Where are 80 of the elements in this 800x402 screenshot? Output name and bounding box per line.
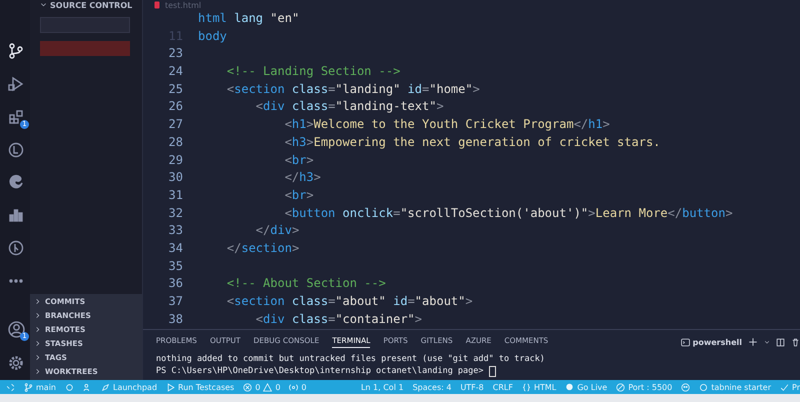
code-line: <br> bbox=[284, 186, 314, 204]
face-icon[interactable] bbox=[681, 382, 690, 392]
play-icon[interactable] bbox=[166, 382, 176, 392]
people-icon[interactable] bbox=[83, 382, 92, 392]
antenna-icon[interactable] bbox=[289, 382, 298, 392]
account-icon[interactable] bbox=[8, 320, 24, 338]
warning-count[interactable]: 0 bbox=[275, 382, 280, 392]
indentation-label[interactable]: Spaces: 4 bbox=[412, 382, 452, 392]
breadcrumb[interactable]: test.html bbox=[165, 0, 202, 10]
line-number: 23 bbox=[168, 45, 184, 62]
settings-icon[interactable] bbox=[8, 355, 24, 371]
shell-label[interactable]: powershell bbox=[692, 338, 742, 346]
check-icon[interactable] bbox=[780, 382, 790, 392]
circle-icon[interactable] bbox=[699, 382, 708, 392]
terminal-cursor bbox=[488, 366, 496, 376]
split-icon[interactable] bbox=[776, 338, 785, 346]
chevron-down-icon[interactable] bbox=[40, 1, 47, 8]
line-number: 25 bbox=[168, 80, 184, 98]
terminal-line: nothing added to commit but untracked files present (use "git add" to track) bbox=[156, 353, 545, 365]
line-number: 30 bbox=[168, 169, 184, 186]
line-number: 38 bbox=[168, 310, 184, 328]
error-count[interactable]: 0 bbox=[255, 382, 260, 392]
code-line: <section class="about" id="about"> bbox=[226, 293, 473, 310]
code-line: <div class="container"> bbox=[254, 310, 422, 328]
code-line: <h1>Welcome to the Youth Cricket Program</h1> bbox=[284, 116, 610, 134]
chevron-down-icon[interactable] bbox=[764, 339, 770, 345]
terminal-line: PS C:\Users\HP\OneDrive\Desktop\internship octanet\landing page> bbox=[156, 365, 485, 377]
sidebar-title: SOURCE CONTROL bbox=[50, 1, 132, 12]
code-line: <br> bbox=[284, 152, 314, 168]
code-line: <!-- About Section --> bbox=[226, 275, 386, 292]
line-number: 29 bbox=[168, 152, 184, 168]
code-line: <h3>Empowering the next generation of cricket stars. bbox=[284, 134, 660, 151]
ports-count[interactable]: 0 bbox=[301, 382, 307, 392]
source-control-icon[interactable] bbox=[8, 42, 24, 59]
line-number: 28 bbox=[168, 134, 184, 151]
code-line: <div class="landing-text"> bbox=[254, 98, 444, 116]
line-number: 35 bbox=[168, 258, 184, 275]
branch-icon[interactable] bbox=[24, 382, 33, 392]
plus-icon[interactable] bbox=[748, 337, 758, 347]
code-line: body bbox=[198, 28, 227, 45]
warning-icon[interactable] bbox=[263, 382, 272, 392]
terminal-icon bbox=[680, 338, 690, 346]
line-number: 37 bbox=[168, 293, 184, 310]
extensions-icon[interactable] bbox=[8, 108, 24, 125]
launchpad-label[interactable]: Launchpad bbox=[113, 382, 158, 392]
line-number: 24 bbox=[168, 63, 184, 80]
commit-message-field[interactable] bbox=[40, 17, 130, 33]
line-number: 36 bbox=[168, 275, 184, 292]
code-line: </section> bbox=[226, 240, 300, 257]
status-label[interactable]: Pr bbox=[792, 382, 800, 392]
circle-branch-icon[interactable] bbox=[8, 240, 24, 256]
branch-name[interactable]: main bbox=[36, 382, 56, 392]
swirl-icon[interactable] bbox=[8, 174, 24, 190]
line-number: 34 bbox=[168, 240, 184, 257]
port-label[interactable]: Port : 5500 bbox=[628, 382, 672, 392]
code-line: html lang "en" bbox=[198, 10, 300, 27]
error-icon[interactable] bbox=[243, 382, 252, 392]
line-number: 31 bbox=[168, 186, 184, 204]
trash-icon[interactable] bbox=[791, 338, 800, 346]
tabnine-label[interactable]: tabnine starter bbox=[711, 382, 772, 392]
go-live-label[interactable]: Go Live bbox=[577, 382, 608, 392]
line-number: 32 bbox=[168, 204, 184, 222]
play-bug-icon[interactable] bbox=[8, 76, 24, 92]
code-line: <section class="landing" id="home"> bbox=[226, 80, 480, 98]
code-line: <!-- Landing Section --> bbox=[226, 63, 400, 80]
code-line: <button onclick="scrollToSection('about')">Learn More</button> bbox=[284, 204, 733, 222]
code-line: </div> bbox=[254, 222, 300, 240]
cursor-position[interactable]: Ln 1, Col 1 bbox=[360, 382, 404, 392]
blocked-icon[interactable] bbox=[616, 382, 626, 392]
line-number: 26 bbox=[168, 98, 184, 116]
line-number: 27 bbox=[168, 116, 184, 134]
file-icon bbox=[153, 1, 161, 9]
line-ending-label[interactable]: CRLF bbox=[492, 382, 513, 392]
line-number: 33 bbox=[168, 222, 184, 240]
language-label[interactable]: HTML bbox=[534, 382, 556, 392]
bar-chart-icon[interactable] bbox=[8, 207, 24, 224]
encoding-label[interactable]: UTF-8 bbox=[460, 382, 484, 392]
run-testcases-label[interactable]: Run Testcases bbox=[178, 382, 234, 392]
braces-icon[interactable] bbox=[522, 382, 531, 392]
code-line: </h3> bbox=[284, 169, 321, 186]
